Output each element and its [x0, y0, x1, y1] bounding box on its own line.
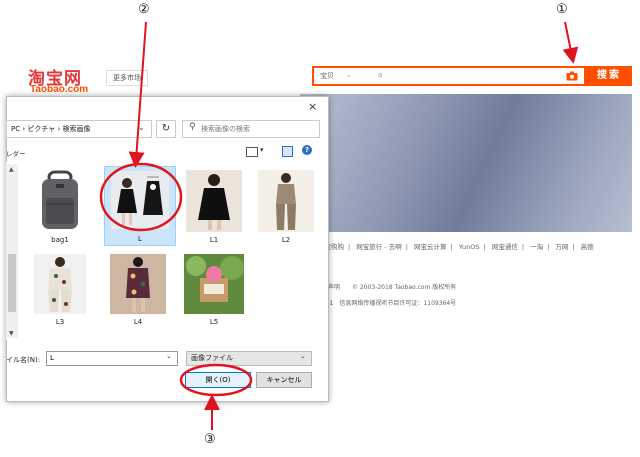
- arrow-2: [128, 21, 147, 168]
- step-number-2: ②: [138, 2, 150, 17]
- annotation-overlay: [99, 21, 579, 430]
- arrow-1: [562, 21, 579, 64]
- highlight-circle-open: [179, 363, 253, 397]
- step-number-1: ①: [556, 2, 568, 17]
- step-number-3: ③: [204, 432, 216, 447]
- highlight-circle-L: [99, 162, 183, 232]
